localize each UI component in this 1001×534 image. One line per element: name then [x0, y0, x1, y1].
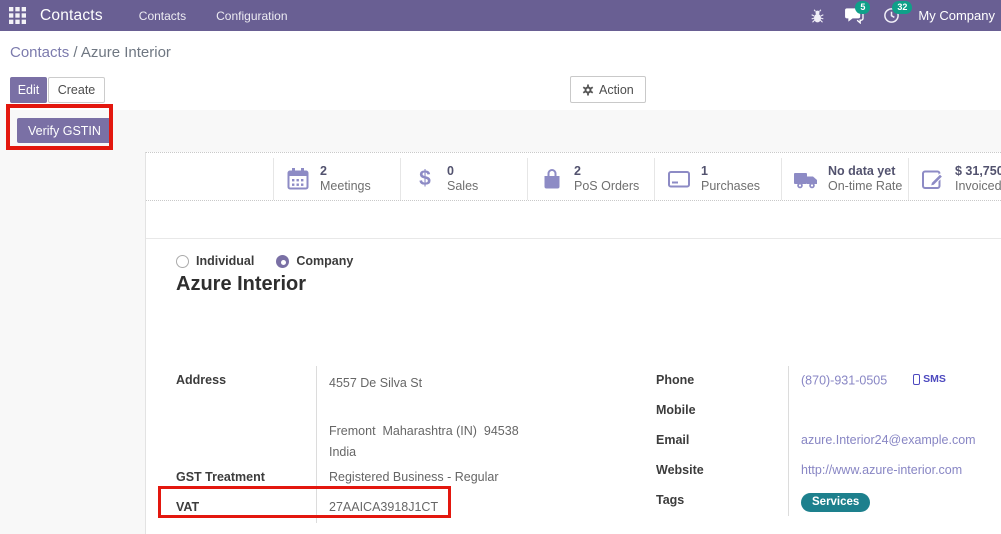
stat-button-meetings[interactable]: 2 Meetings: [273, 158, 400, 200]
email-label: Email: [656, 433, 690, 447]
address-country: India: [329, 445, 357, 459]
top-menu: Contacts Configuration: [139, 9, 288, 23]
website-label: Website: [656, 463, 704, 477]
breadcrumb-current: Azure Interior: [80, 44, 171, 61]
stat-button-invoiced[interactable]: $ 31,750.0 Invoiced: [908, 158, 1001, 200]
field-row-mobile: Mobile: [656, 396, 1001, 426]
phone-link[interactable]: (870)-931-0505: [801, 374, 887, 388]
stat-label: Invoiced: [955, 179, 1001, 193]
sms-label: SMS: [923, 373, 946, 385]
field-row-email: Email azure.Interior24@example.com: [656, 426, 1001, 456]
field-group-right: Phone (870)-931-0505 SMS Mobile Email azu…: [656, 366, 1001, 516]
stat-button-row: 2 Meetings $ 0 Sales 2 PoS Orders 1 Purc…: [146, 158, 1001, 201]
contact-name-title: Azure Interior: [176, 273, 307, 295]
vat-label: VAT: [176, 500, 200, 514]
stat-button-purchases[interactable]: 1 Purchases: [654, 158, 781, 200]
breadcrumb-contacts-link[interactable]: Contacts: [10, 44, 69, 61]
credit-card-icon: [666, 167, 692, 191]
website-link[interactable]: http://www.azure-interior.com: [801, 463, 962, 477]
stat-label: Sales: [447, 179, 479, 193]
messages-icon[interactable]: 5: [844, 0, 871, 26]
stat-button-pos-orders[interactable]: 2 PoS Orders: [527, 158, 654, 200]
field-row-vat: VAT 27AAICA3918J1CT: [176, 493, 606, 523]
messages-count-badge: 5: [855, 0, 871, 14]
action-button[interactable]: Action: [570, 76, 646, 103]
stat-value: 2: [574, 164, 581, 178]
edit-button[interactable]: Edit: [10, 77, 47, 103]
radio-individual-circle[interactable]: [176, 254, 189, 268]
action-button-label: Action: [599, 82, 634, 97]
activities-count-badge: 32: [892, 0, 913, 14]
stat-label: On-time Rate: [828, 179, 903, 193]
dollar-icon: $: [419, 167, 431, 190]
form-sheet: 2 Meetings $ 0 Sales 2 PoS Orders 1 Purc…: [145, 152, 1001, 534]
stat-label: PoS Orders: [574, 179, 640, 193]
address-city-state-zip: Fremont Maharashtra (IN) 94538: [329, 424, 519, 438]
field-row-tags: Tags Services: [656, 486, 1001, 516]
stat-value: No data yet: [828, 164, 896, 178]
email-link[interactable]: azure.Interior24@example.com: [801, 433, 976, 447]
mobile-phone-icon: [913, 373, 921, 385]
stat-label: Purchases: [701, 179, 761, 193]
mobile-label: Mobile: [656, 403, 696, 417]
phone-label: Phone: [656, 373, 695, 387]
stat-button-sales[interactable]: $ 0 Sales: [400, 158, 527, 200]
field-row-gst-treatment: GST Treatment Registered Business - Regu…: [176, 463, 606, 493]
bug-icon[interactable]: [807, 6, 827, 26]
sheet-divider: [146, 238, 1001, 239]
breadcrumb: Contacts / Azure Interior: [10, 44, 171, 61]
field-row-phone: Phone (870)-931-0505 SMS: [656, 366, 1001, 396]
shopping-bag-icon: [539, 167, 565, 191]
calendar-icon: [285, 167, 311, 191]
mobile-value: [788, 396, 1001, 426]
gst-treatment-value: Registered Business - Regular: [316, 463, 606, 493]
app-title[interactable]: Contacts: [40, 7, 103, 25]
radio-company-circle[interactable]: [276, 254, 290, 268]
field-group-left: Address 4557 De Silva St Fremont Maharas…: [176, 366, 606, 523]
menu-contacts[interactable]: Contacts: [139, 9, 186, 23]
navbar-systray: 5 32 My Company: [807, 0, 1001, 31]
tag-services: Services: [801, 493, 871, 512]
gear-icon: [582, 84, 594, 96]
tags-label: Tags: [656, 493, 685, 507]
breadcrumb-separator: /: [69, 44, 81, 61]
pencil-square-icon: [920, 167, 946, 191]
activity-clock-icon[interactable]: 32: [881, 0, 913, 26]
top-navbar: Contacts Contacts Configuration 5 32 My …: [0, 0, 1001, 31]
send-sms-button[interactable]: SMS: [913, 373, 946, 385]
company-type-selector: Individual Company: [176, 254, 353, 268]
apps-grid-icon[interactable]: [0, 0, 34, 31]
address-street2: [329, 394, 606, 421]
create-button[interactable]: Create: [48, 77, 105, 103]
truck-icon: [793, 167, 819, 191]
verify-gstin-button[interactable]: Verify GSTIN: [17, 118, 112, 143]
radio-company-label: Company: [296, 254, 354, 268]
stat-value: 2: [320, 164, 327, 178]
contacts-app-window: Contacts Contacts Configuration 5 32 My …: [0, 0, 1001, 534]
radio-individual[interactable]: Individual: [176, 254, 254, 268]
radio-company[interactable]: Company: [276, 254, 353, 268]
gst-treatment-label: GST Treatment: [176, 470, 265, 484]
company-switcher[interactable]: My Company: [918, 8, 995, 23]
field-row-website: Website http://www.azure-interior.com: [656, 456, 1001, 486]
stat-value: $ 31,750.0: [955, 164, 1001, 178]
radio-individual-label: Individual: [196, 254, 255, 268]
menu-configuration[interactable]: Configuration: [216, 9, 287, 23]
stat-value: 1: [701, 164, 708, 178]
address-street: 4557 De Silva St: [329, 376, 423, 390]
stat-label: Meetings: [320, 179, 371, 193]
field-row-address: Address 4557 De Silva St Fremont Maharas…: [176, 366, 606, 463]
stat-value: 0: [447, 164, 454, 178]
vat-value: 27AAICA3918J1CT: [316, 493, 606, 523]
stat-button-ontime-rate[interactable]: No data yet On-time Rate: [781, 158, 908, 200]
address-label: Address: [176, 373, 227, 387]
